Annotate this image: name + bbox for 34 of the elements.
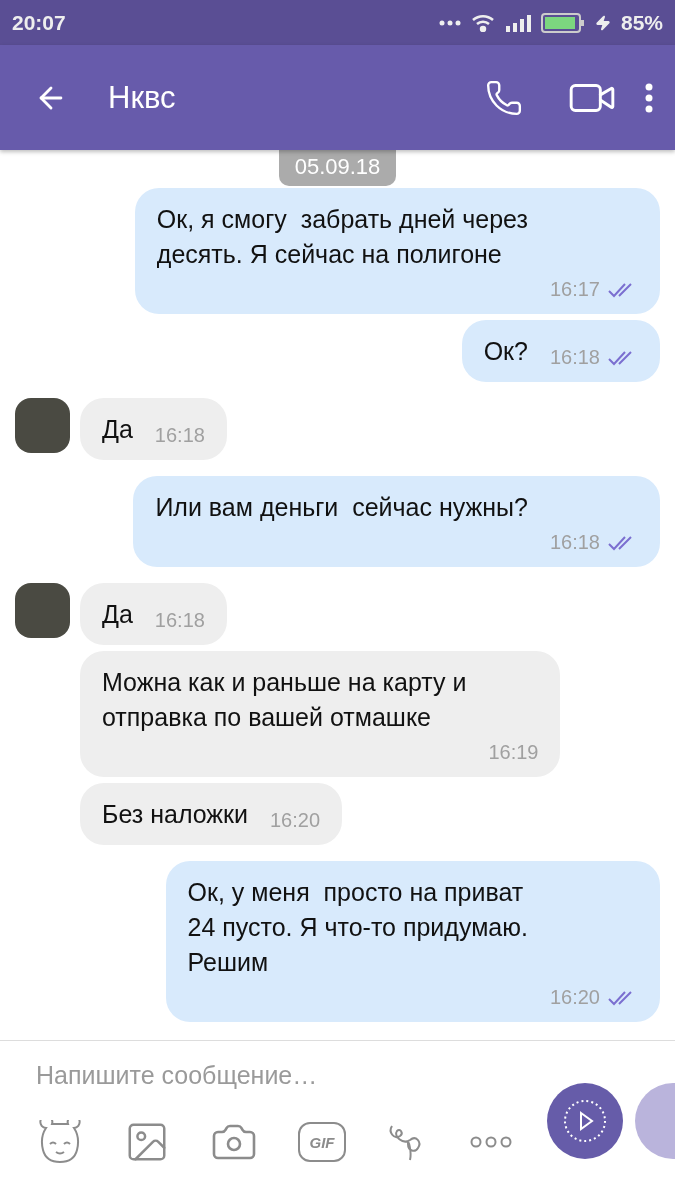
date-chip: 05.09.18: [278, 150, 397, 186]
message-time: 16:18: [549, 531, 600, 554]
chat-title: Нквс: [108, 79, 177, 116]
message-text: Ок?: [483, 336, 528, 367]
message-time: 16:18: [154, 424, 205, 447]
message-time: 16:20: [549, 986, 600, 1009]
battery-icon: [540, 12, 585, 33]
message-text: Да: [102, 414, 133, 445]
message-text: Да: [102, 599, 133, 630]
gif-button[interactable]: GIF: [298, 1122, 346, 1162]
call-button[interactable]: [485, 78, 523, 117]
avatar[interactable]: [15, 398, 70, 453]
message-time: 16:20: [270, 809, 321, 832]
more-vertical-icon: [645, 82, 653, 113]
battery-percent: 85%: [620, 10, 663, 35]
message-time: 16:18: [549, 346, 600, 369]
message-text: Ок, я смогу забрать дней через десять. Я сейчас на полигоне: [156, 204, 528, 270]
message-time: 16:19: [488, 741, 539, 764]
notification-dots-icon: [438, 19, 461, 26]
wifi-icon: [470, 13, 495, 32]
message-text: Можна как и раньше на карту и отправка по вашей отмашке: [102, 667, 467, 733]
more-button[interactable]: [470, 1136, 512, 1148]
message-time: 16:17: [549, 278, 600, 301]
message-text: Или вам деньги сейчас нужны?: [155, 492, 528, 523]
status-time: 20:07: [12, 10, 66, 35]
avatar[interactable]: [15, 583, 70, 638]
message-time: 16:18: [154, 609, 205, 632]
more-options-button[interactable]: [645, 82, 653, 113]
signal-icon: [504, 13, 531, 32]
message-text: Ок, у меня просто на приват 24 пусто. Я что-то придумаю. Решим: [187, 877, 528, 978]
sticker-button[interactable]: [36, 1120, 84, 1164]
message-text: Без наложки: [102, 799, 248, 830]
play-icon: [562, 1098, 608, 1144]
charging-icon: [594, 14, 611, 31]
